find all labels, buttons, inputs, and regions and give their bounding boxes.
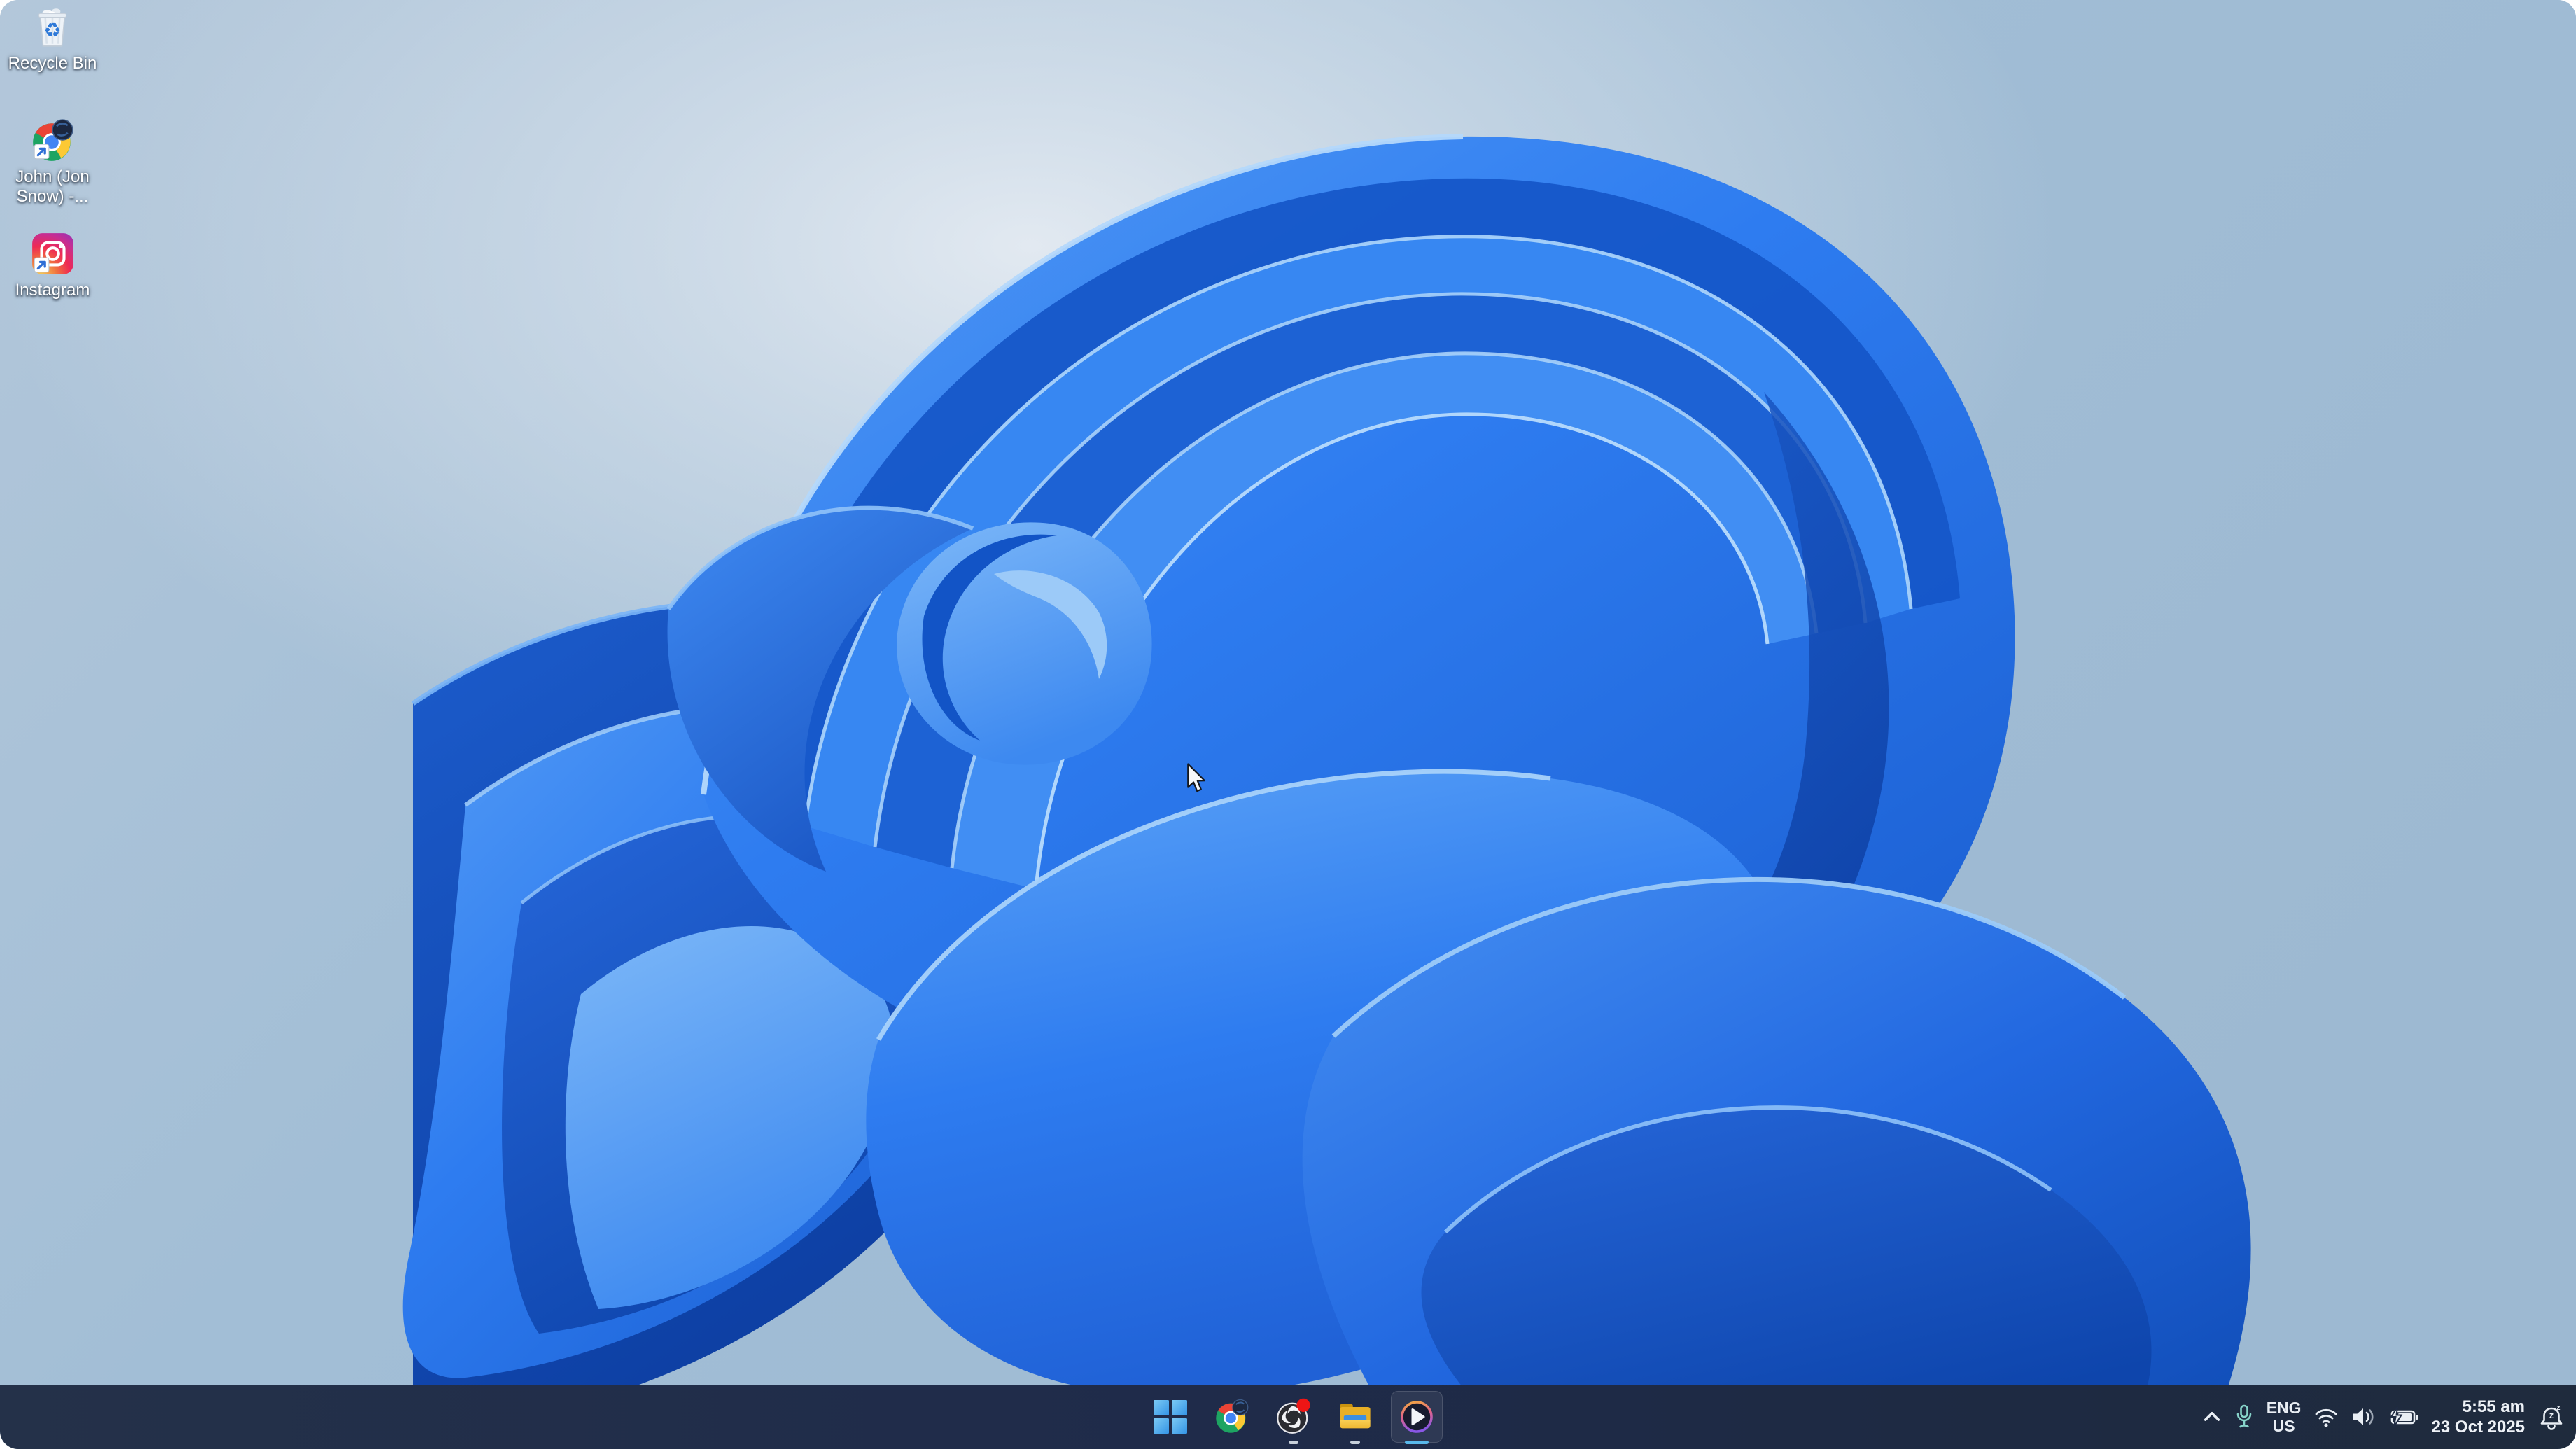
tray-microphone-button[interactable] <box>2234 1404 2255 1430</box>
language-line1: ENG <box>2266 1399 2302 1417</box>
tray-notification-button[interactable]: z z <box>2537 1403 2566 1431</box>
desktop-icon-recycle-bin[interactable]: ♻ Recycle Bin <box>0 4 105 74</box>
tray-wifi-button[interactable] <box>2314 1406 2339 1427</box>
chrome-taskbar-button[interactable] <box>1205 1387 1259 1447</box>
svg-text:♻: ♻ <box>44 18 62 41</box>
start-button[interactable] <box>1144 1387 1197 1447</box>
media-player-button[interactable] <box>1390 1387 1443 1447</box>
running-indicator <box>1289 1441 1298 1444</box>
obs-icon <box>1277 1398 1310 1434</box>
file-explorer-button[interactable] <box>1329 1387 1382 1447</box>
folder-icon <box>1340 1404 1371 1429</box>
desktop-icon-label: Instagram <box>15 281 90 300</box>
mouse-cursor <box>1187 763 1205 792</box>
tray-volume-button[interactable] <box>2351 1406 2377 1428</box>
desktop-icon-chrome-profile[interactable]: John (Jon Snow) -... <box>0 118 105 206</box>
windows-logo-icon <box>1154 1400 1187 1434</box>
desktop-icon-label: John (Jon Snow) -... <box>15 167 90 206</box>
wifi-icon <box>2315 1408 2337 1427</box>
play-circle-icon <box>1401 1401 1433 1433</box>
bell-do-not-disturb-icon: z z <box>2540 1404 2563 1430</box>
bloom-wallpaper <box>0 0 2576 1449</box>
chrome-profile-icon <box>33 119 74 161</box>
tray-battery-button[interactable] <box>2389 1406 2420 1428</box>
svg-text:z: z <box>2557 1404 2561 1412</box>
tray-date: 23 Oct 2025 <box>2431 1418 2525 1436</box>
windows-desktop: ♻ Recycle Bin John (Jon Snow) -... Insta… <box>0 0 2576 1449</box>
active-running-indicator <box>1405 1441 1429 1444</box>
language-line2: US <box>2272 1417 2295 1435</box>
tray-language-button[interactable]: ENG US <box>2267 1399 2302 1435</box>
chevron-up-icon <box>2204 1412 2220 1421</box>
tray-clock-button[interactable]: 5:55 am 23 Oct 2025 <box>2432 1396 2525 1437</box>
taskbar-center-icons <box>1144 1385 1443 1449</box>
obs-studio-button[interactable] <box>1267 1387 1320 1447</box>
desktop-icon-instagram[interactable]: Instagram <box>0 231 105 300</box>
active-app-tile <box>1391 1391 1443 1443</box>
tray-time: 5:55 am <box>2462 1397 2525 1416</box>
chrome-profile-icon <box>1216 1399 1249 1433</box>
desktop-icon-label: Recycle Bin <box>8 54 97 73</box>
volume-icon <box>2352 1408 2373 1425</box>
system-tray: ENG US 5:55 am 23 Oct 2025 z z <box>2202 1385 2566 1449</box>
battery-charging-icon <box>2389 1406 2418 1427</box>
microphone-icon <box>2236 1404 2252 1428</box>
instagram-icon <box>32 233 74 274</box>
svg-text:z: z <box>2549 1410 2554 1420</box>
tray-chevron-button[interactable] <box>2202 1410 2222 1424</box>
running-indicator <box>1350 1441 1360 1444</box>
recycle-bin-icon: ♻ <box>38 8 67 47</box>
taskbar: ENG US 5:55 am 23 Oct 2025 z z <box>0 1385 2576 1449</box>
